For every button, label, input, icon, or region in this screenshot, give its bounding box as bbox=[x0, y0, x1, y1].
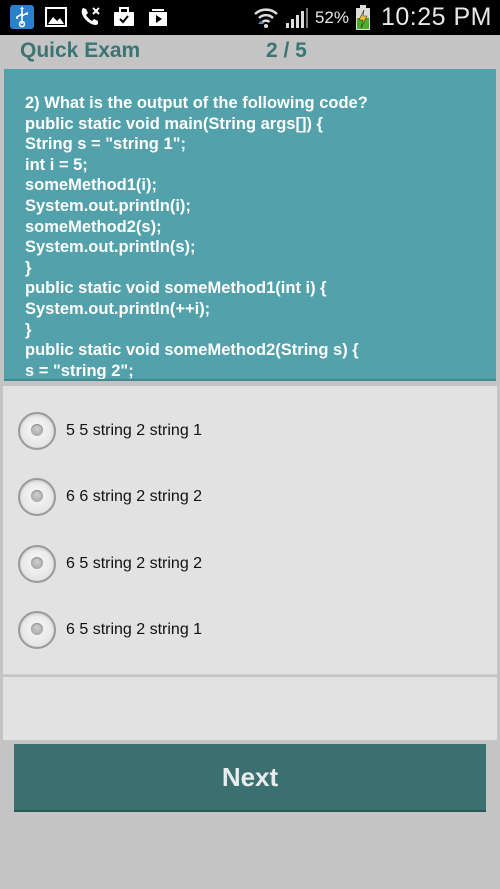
image-icon bbox=[45, 7, 67, 27]
question-text: 2) What is the output of the following c… bbox=[25, 94, 368, 380]
app-title: Quick Exam bbox=[20, 39, 141, 62]
option-1[interactable]: 5 5 string 2 string 1 bbox=[18, 408, 478, 454]
option-label: 6 5 string 2 string 1 bbox=[66, 621, 203, 638]
empty-panel bbox=[3, 677, 497, 740]
wifi-icon bbox=[254, 7, 278, 28]
radio-button[interactable] bbox=[18, 478, 56, 516]
status-right: 52% 10:25 PM bbox=[253, 0, 492, 35]
signal-icon bbox=[285, 7, 308, 28]
battery-charging-icon bbox=[355, 4, 370, 30]
status-bar: 52% 10:25 PM bbox=[0, 0, 500, 35]
option-3[interactable]: 6 5 string 2 string 2 bbox=[18, 541, 478, 587]
question-panel[interactable]: 2) What is the output of the following c… bbox=[4, 69, 496, 381]
clock: 10:25 PM bbox=[380, 3, 492, 31]
radio-button[interactable] bbox=[18, 611, 56, 649]
option-4[interactable]: 6 5 string 2 string 1 bbox=[18, 607, 478, 653]
missed-call-icon bbox=[81, 7, 100, 25]
app-header: Quick Exam 2 / 5 bbox=[0, 35, 500, 67]
radio-button[interactable] bbox=[18, 545, 56, 583]
usb-icon bbox=[10, 5, 34, 29]
briefcase-icon bbox=[114, 7, 134, 26]
radio-button[interactable] bbox=[18, 412, 56, 450]
option-label: 5 5 string 2 string 1 bbox=[66, 422, 203, 439]
question-progress: 2 / 5 bbox=[266, 39, 307, 62]
battery-percent: 52% bbox=[314, 7, 349, 27]
option-label: 6 6 string 2 string 2 bbox=[66, 488, 203, 505]
next-button[interactable]: Next bbox=[14, 744, 486, 812]
option-2[interactable]: 6 6 string 2 string 2 bbox=[18, 474, 478, 520]
media-icon bbox=[149, 9, 167, 26]
option-label: 6 5 string 2 string 2 bbox=[66, 555, 203, 572]
answer-options: 5 5 string 2 string 1 6 6 string 2 strin… bbox=[3, 386, 497, 675]
